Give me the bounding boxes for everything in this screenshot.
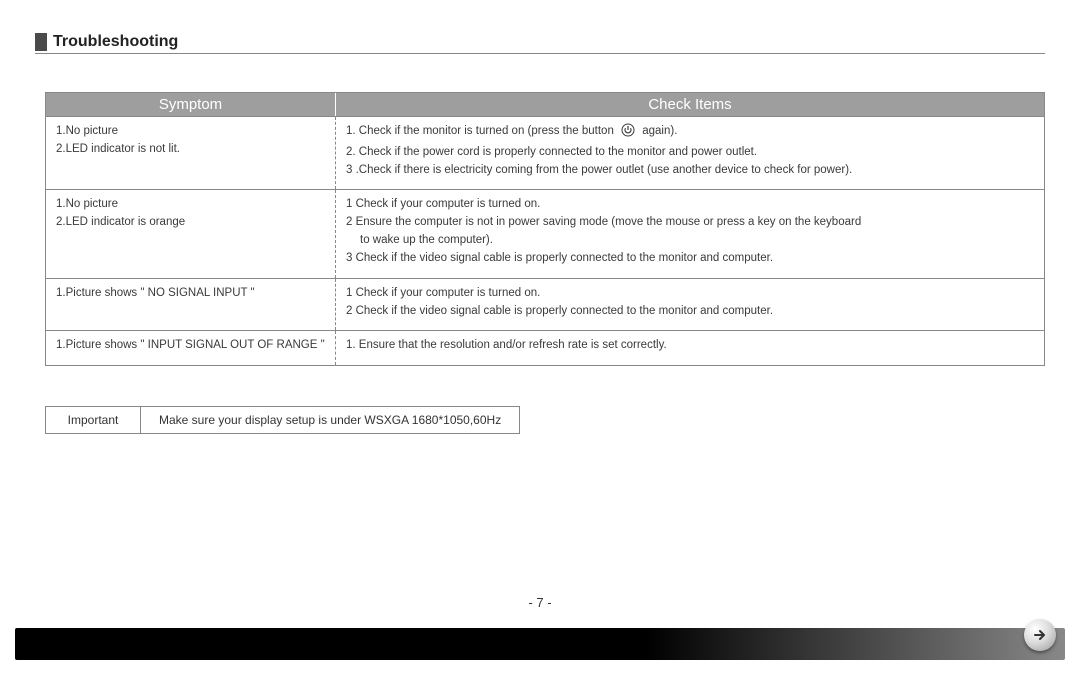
power-icon bbox=[621, 123, 635, 144]
table-row: 1.Picture shows " NO SIGNAL INPUT " 1 Ch… bbox=[46, 278, 1044, 331]
symptom-cell: 1.No picture 2.LED indicator is orange bbox=[46, 190, 336, 277]
symptom-line: 2.LED indicator is not lit. bbox=[56, 141, 325, 159]
table-row: 1.No picture 2.LED indicator is not lit.… bbox=[46, 116, 1044, 189]
page: Troubleshooting Symptom Check Items 1.No… bbox=[0, 0, 1080, 675]
check-line: 2 Check if the video signal cable is pro… bbox=[346, 303, 1034, 321]
page-number: - 7 - bbox=[0, 595, 1080, 610]
section-title: Troubleshooting bbox=[53, 33, 178, 51]
symptom-line: 1.Picture shows " NO SIGNAL INPUT " bbox=[56, 285, 325, 303]
important-label: Important bbox=[46, 407, 141, 433]
check-cell: 1. Check if the monitor is turned on (pr… bbox=[336, 117, 1044, 189]
symptom-line: 2.LED indicator is orange bbox=[56, 214, 325, 232]
check-line: 3 .Check if there is electricity coming … bbox=[346, 162, 1034, 180]
check-line: 1 Check if your computer is turned on. bbox=[346, 285, 1034, 303]
header-symptom: Symptom bbox=[46, 93, 336, 116]
header-check: Check Items bbox=[336, 93, 1044, 116]
table-row: 1.No picture 2.LED indicator is orange 1… bbox=[46, 189, 1044, 277]
check-cell: 1 Check if your computer is turned on. 2… bbox=[336, 279, 1044, 331]
check-text: again). bbox=[642, 125, 677, 137]
next-page-button[interactable] bbox=[1024, 619, 1056, 651]
title-accent-block bbox=[35, 33, 47, 51]
check-line: 2. Check if the power cord is properly c… bbox=[346, 144, 1034, 162]
table-header: Symptom Check Items bbox=[46, 93, 1044, 116]
check-line: 1. Check if the monitor is turned on (pr… bbox=[346, 123, 1034, 144]
symptom-cell: 1.No picture 2.LED indicator is not lit. bbox=[46, 117, 336, 189]
symptom-line: 1.Picture shows " INPUT SIGNAL OUT OF RA… bbox=[56, 337, 325, 355]
check-cell: 1 Check if your computer is turned on. 2… bbox=[336, 190, 1044, 277]
footer-bar bbox=[15, 628, 1065, 660]
check-cell: 1. Ensure that the resolution and/or ref… bbox=[336, 331, 1044, 365]
troubleshooting-table: Symptom Check Items 1.No picture 2.LED i… bbox=[45, 92, 1045, 366]
symptom-cell: 1.Picture shows " NO SIGNAL INPUT " bbox=[46, 279, 336, 331]
check-line: 2 Ensure the computer is not in power sa… bbox=[346, 214, 1034, 232]
check-line: 3 Check if the video signal cable is pro… bbox=[346, 250, 1034, 268]
symptom-cell: 1.Picture shows " INPUT SIGNAL OUT OF RA… bbox=[46, 331, 336, 365]
symptom-line: 1.No picture bbox=[56, 123, 325, 141]
check-line: 1. Ensure that the resolution and/or ref… bbox=[346, 337, 1034, 355]
check-line: to wake up the computer). bbox=[346, 232, 1034, 250]
symptom-line: 1.No picture bbox=[56, 196, 325, 214]
important-note: Important Make sure your display setup i… bbox=[45, 406, 520, 434]
arrow-right-icon bbox=[1032, 627, 1048, 643]
check-line: 1 Check if your computer is turned on. bbox=[346, 196, 1034, 214]
important-text: Make sure your display setup is under WS… bbox=[141, 407, 519, 433]
check-text: 1. Check if the monitor is turned on (pr… bbox=[346, 125, 614, 137]
table-row: 1.Picture shows " INPUT SIGNAL OUT OF RA… bbox=[46, 330, 1044, 365]
section-title-bar: Troubleshooting bbox=[35, 30, 1045, 54]
